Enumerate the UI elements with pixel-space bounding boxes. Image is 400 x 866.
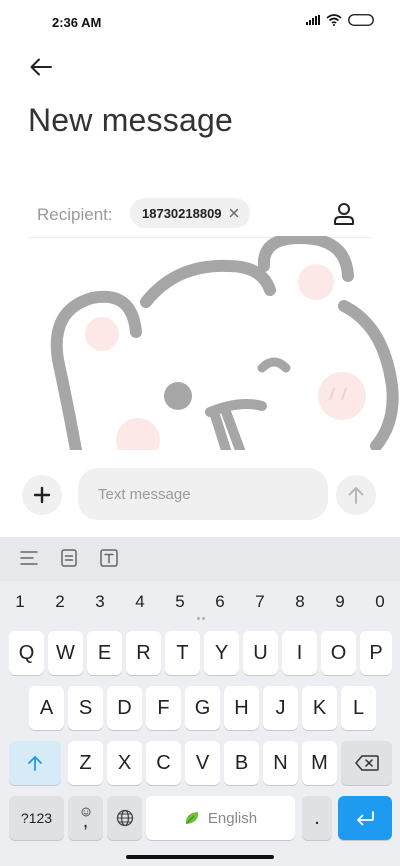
send-button[interactable]	[336, 475, 376, 515]
key-9[interactable]: 9	[320, 589, 360, 615]
comma-key[interactable]: ,	[68, 796, 103, 840]
key-b[interactable]: B	[224, 741, 259, 785]
key-y[interactable]: Y	[204, 631, 239, 675]
home-indicator[interactable]	[126, 855, 274, 859]
back-arrow-icon	[30, 58, 52, 76]
recipient-chip[interactable]: 18730218809	[130, 198, 250, 228]
bear-illustration	[50, 236, 399, 450]
key-w[interactable]: W	[48, 631, 83, 675]
wifi-icon	[326, 14, 342, 26]
key-j[interactable]: J	[263, 686, 298, 730]
number-row: 1 2 3 4 5 6 7 8 9 0	[0, 589, 400, 615]
key-4[interactable]: 4	[120, 589, 160, 615]
recipient-row: Recipient: 18730218809	[28, 196, 372, 238]
key-f[interactable]: F	[146, 686, 181, 730]
page-title: New message	[28, 102, 233, 138]
backspace-key[interactable]	[341, 741, 392, 785]
period-key[interactable]: .	[302, 796, 332, 840]
status-icons	[306, 14, 374, 26]
close-icon[interactable]	[228, 207, 240, 219]
key-g[interactable]: G	[185, 686, 220, 730]
comma-label: ,	[82, 810, 89, 832]
text-message-input[interactable]	[78, 468, 328, 520]
key-k[interactable]: K	[302, 686, 337, 730]
status-bar: 2:36 AM	[0, 0, 400, 44]
add-attachment-button[interactable]	[22, 475, 62, 515]
shift-key[interactable]	[9, 741, 61, 785]
key-d[interactable]: D	[107, 686, 142, 730]
key-t[interactable]: T	[165, 631, 200, 675]
key-i[interactable]: I	[282, 631, 317, 675]
space-key[interactable]: English	[146, 796, 295, 840]
backspace-icon	[354, 755, 379, 771]
key-6[interactable]: 6	[200, 589, 240, 615]
clipboard-icon[interactable]	[58, 547, 80, 569]
key-e[interactable]: E	[87, 631, 122, 675]
key-x[interactable]: X	[107, 741, 142, 785]
key-n[interactable]: N	[263, 741, 298, 785]
contact-picker-button[interactable]	[328, 198, 360, 230]
keyboard-toolbar	[0, 537, 400, 581]
send-arrow-icon	[348, 487, 364, 504]
key-0[interactable]: 0	[360, 589, 400, 615]
recipient-chip-number: 18730218809	[142, 205, 222, 221]
keyboard: 1 2 3 4 5 6 7 8 9 0 Q W E R T Y U I O P …	[0, 537, 400, 866]
back-button[interactable]	[24, 52, 58, 82]
contact-person-icon	[334, 203, 354, 225]
status-time: 2:36 AM	[52, 15, 102, 30]
key-v[interactable]: V	[185, 741, 220, 785]
shift-arrow-icon	[28, 756, 42, 771]
key-m[interactable]: M	[302, 741, 337, 785]
key-u[interactable]: U	[243, 631, 278, 675]
globe-icon	[116, 809, 133, 827]
key-5[interactable]: 5	[160, 589, 200, 615]
leaf-icon	[185, 812, 198, 824]
key-l[interactable]: L	[341, 686, 376, 730]
enter-key[interactable]	[338, 796, 392, 840]
key-z[interactable]: Z	[68, 741, 103, 785]
key-c[interactable]: C	[146, 741, 181, 785]
language-key[interactable]	[107, 796, 142, 840]
key-3[interactable]: 3	[80, 589, 120, 615]
key-1[interactable]: 1	[0, 589, 40, 615]
key-p[interactable]: P	[360, 631, 392, 675]
key-2[interactable]: 2	[40, 589, 80, 615]
recipient-label: Recipient:	[37, 205, 113, 224]
space-language-label: English	[207, 809, 258, 827]
enter-icon	[357, 811, 374, 826]
key-h[interactable]: H	[224, 686, 259, 730]
key-a[interactable]: A	[29, 686, 64, 730]
keyboard-page-indicator	[197, 617, 205, 621]
key-q[interactable]: Q	[9, 631, 44, 675]
symbols-key[interactable]: ?123	[9, 796, 64, 840]
background-illustration	[0, 236, 400, 450]
compose-bar	[0, 464, 400, 524]
text-format-icon[interactable]	[98, 547, 120, 569]
key-s[interactable]: S	[68, 686, 103, 730]
key-r[interactable]: R	[126, 631, 161, 675]
plus-icon	[33, 486, 51, 504]
key-7[interactable]: 7	[240, 589, 280, 615]
key-o[interactable]: O	[321, 631, 356, 675]
key-8[interactable]: 8	[280, 589, 320, 615]
signal-icon	[306, 15, 320, 25]
battery-icon	[348, 14, 374, 26]
text-align-icon[interactable]	[18, 547, 40, 569]
